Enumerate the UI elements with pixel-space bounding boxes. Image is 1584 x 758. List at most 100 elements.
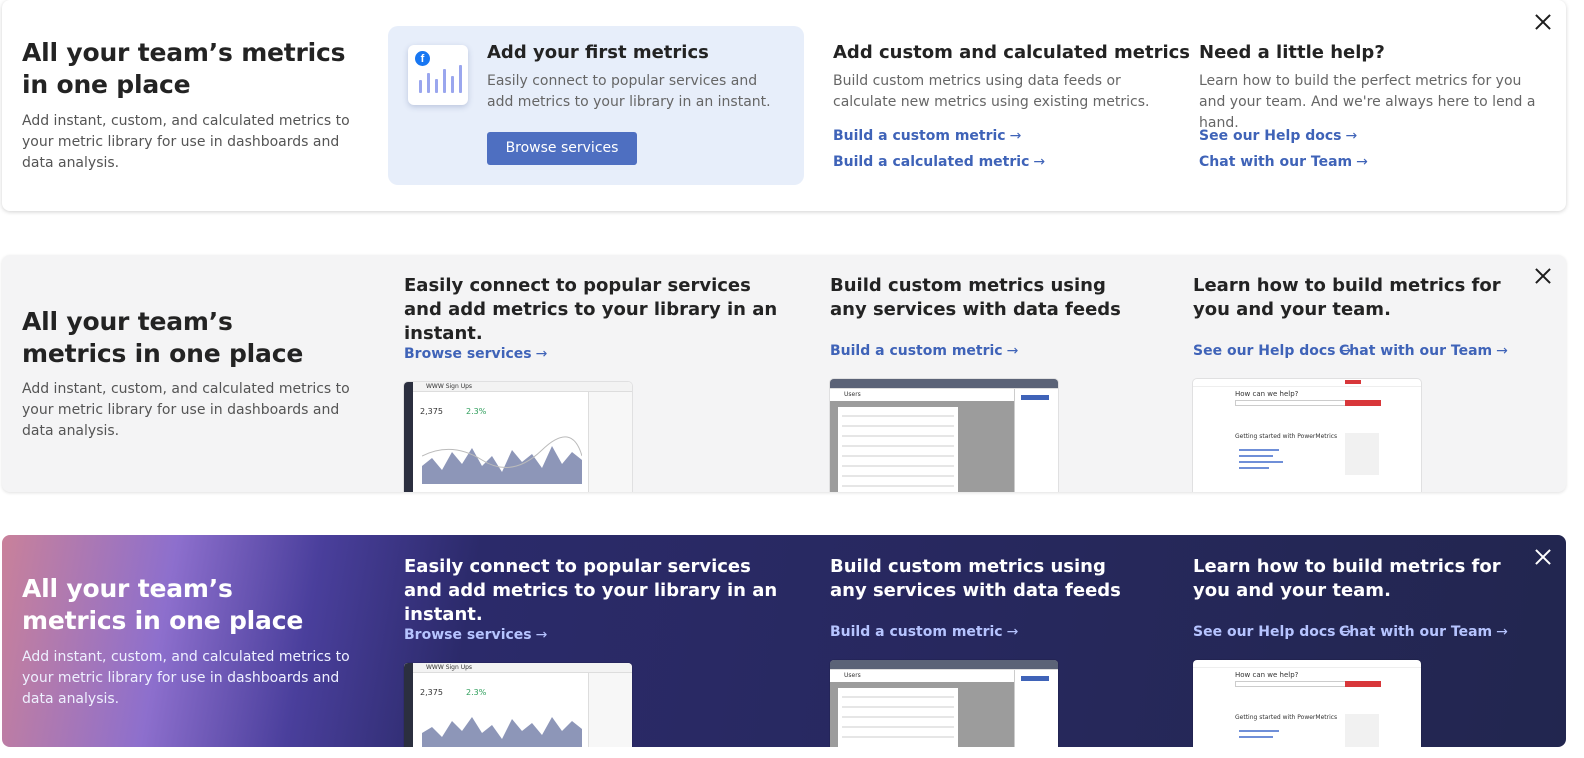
thumb-article-link bbox=[1239, 461, 1283, 463]
mini-chart-bar bbox=[435, 79, 438, 93]
users-table-screenshot: Users bbox=[830, 379, 1058, 492]
thumb-table bbox=[838, 688, 958, 747]
link-label: Chat with our Team bbox=[1339, 624, 1493, 640]
thumb-side-modal bbox=[1014, 670, 1058, 747]
table-row-line bbox=[842, 736, 954, 738]
table-row-line bbox=[842, 445, 954, 447]
thumb-table bbox=[838, 407, 958, 492]
banner-description: Add instant, custom, and calculated metr… bbox=[22, 649, 350, 707]
help-docs-link[interactable]: See our Help docs → bbox=[1199, 126, 1357, 146]
close-icon[interactable] bbox=[1532, 265, 1554, 287]
build-custom-metric-link[interactable]: Build a custom metric → bbox=[833, 126, 1021, 146]
link-label: See our Help docs bbox=[1199, 128, 1342, 144]
thumb-table-title: Users bbox=[844, 391, 861, 398]
dashboard-screenshot: WWW Sign Ups 2,375 2.3% bbox=[404, 663, 632, 747]
build-custom-metric-link[interactable]: Build a custom metric → bbox=[830, 341, 1018, 361]
mini-chart-bar bbox=[427, 73, 430, 93]
link-label: Build a calculated metric bbox=[833, 154, 1030, 170]
thumb-article-link bbox=[1239, 467, 1269, 469]
browse-services-link[interactable]: Browse services → bbox=[404, 625, 547, 645]
arrow-right-icon: → bbox=[1345, 128, 1358, 144]
thumb-article-link bbox=[1239, 730, 1279, 732]
help-docs-link[interactable]: See our Help docs → bbox=[1193, 622, 1351, 642]
arrow-right-icon: → bbox=[535, 346, 548, 362]
custom-column-title: Build custom metrics using any services … bbox=[830, 556, 1121, 601]
welcome-banner-grey: All your team’s metrics in one place Add… bbox=[2, 255, 1566, 492]
thumb-search-button bbox=[1345, 400, 1381, 406]
build-calculated-metric-link[interactable]: Build a calculated metric → bbox=[833, 152, 1045, 172]
thumb-dashboard-title: WWW Sign Ups bbox=[426, 664, 473, 671]
arrow-right-icon: → bbox=[1006, 343, 1019, 359]
thumb-article-link bbox=[1239, 449, 1279, 451]
thumb-right-panel bbox=[588, 673, 632, 747]
close-icon[interactable] bbox=[1532, 546, 1554, 568]
table-row-line bbox=[842, 455, 954, 457]
close-icon[interactable] bbox=[1532, 11, 1554, 33]
help-column-title: Learn how to build metrics for you and y… bbox=[1193, 556, 1501, 601]
thumb-article-link bbox=[1239, 736, 1273, 738]
services-column-title: Easily connect to popular services and a… bbox=[404, 275, 778, 344]
thumb-sidebar bbox=[404, 382, 413, 492]
help-column-title: Learn how to build metrics for you and y… bbox=[1193, 275, 1501, 320]
table-row-line bbox=[842, 475, 954, 477]
link-label: Chat with our Team bbox=[1199, 154, 1353, 170]
help-docs-link[interactable]: See our Help docs → bbox=[1193, 341, 1351, 361]
thumb-table-title: Users bbox=[844, 672, 861, 679]
services-app-tile: f bbox=[408, 45, 468, 105]
table-row-line bbox=[842, 716, 954, 718]
thumb-help-heading: How can we help? bbox=[1235, 390, 1299, 398]
link-label: See our Help docs bbox=[1193, 343, 1336, 359]
facebook-icon: f bbox=[415, 51, 430, 66]
banner-title: All your team’s metrics in one place bbox=[22, 574, 304, 635]
arrow-right-icon: → bbox=[1496, 343, 1508, 359]
help-title: Need a little help? bbox=[1199, 42, 1385, 63]
link-label: Build a custom metric bbox=[833, 128, 1006, 144]
table-row-line bbox=[842, 706, 954, 708]
table-row-line bbox=[842, 485, 954, 487]
help-center-screenshot: How can we help? Getting started with Po… bbox=[1193, 660, 1421, 747]
thumb-kpi-change: 2.3% bbox=[466, 688, 487, 697]
thumb-modal-button bbox=[1021, 676, 1049, 681]
thumb-nav bbox=[1193, 379, 1421, 387]
thumb-dashboard-title: WWW Sign Ups bbox=[426, 383, 473, 390]
build-custom-metric-link[interactable]: Build a custom metric → bbox=[830, 622, 1018, 642]
thumb-article-link bbox=[1239, 455, 1273, 457]
link-label: Browse services bbox=[404, 627, 532, 643]
chat-with-team-link[interactable]: Chat with our Team → bbox=[1339, 341, 1508, 361]
thumb-toolbar bbox=[830, 660, 1058, 670]
welcome-banner-dark: All your team’s metrics in one place Add… bbox=[2, 535, 1566, 747]
arrow-right-icon: → bbox=[1006, 624, 1019, 640]
users-table-screenshot: Users bbox=[830, 660, 1058, 747]
thumb-nav-button bbox=[1345, 380, 1361, 384]
custom-metrics-description: Build custom metrics using data feeds or… bbox=[833, 73, 1150, 110]
arrow-right-icon: → bbox=[1496, 624, 1508, 640]
thumb-side-modal bbox=[1014, 389, 1058, 492]
dashboard-screenshot: WWW Sign Ups 2,375 2.3% bbox=[404, 382, 632, 492]
banner-description: Add instant, custom, and calculated metr… bbox=[22, 113, 350, 171]
mini-chart-bar bbox=[459, 65, 462, 93]
chat-with-team-link[interactable]: Chat with our Team → bbox=[1199, 152, 1368, 172]
services-column-title: Easily connect to popular services and a… bbox=[404, 556, 778, 625]
browse-services-button[interactable]: Browse services bbox=[487, 132, 637, 165]
mini-chart-bar bbox=[419, 80, 422, 93]
table-row-line bbox=[842, 415, 954, 417]
browse-services-link[interactable]: Browse services → bbox=[404, 344, 547, 364]
banner-title: All your team’s metrics in one place bbox=[22, 38, 346, 99]
link-label: Browse services bbox=[404, 346, 532, 362]
banner-title: All your team’s metrics in one place bbox=[22, 307, 304, 368]
table-row-line bbox=[842, 435, 954, 437]
link-label: Build a custom metric bbox=[830, 343, 1003, 359]
welcome-banner-light: All your team’s metrics in one place Add… bbox=[2, 0, 1566, 211]
custom-column-title: Build custom metrics using any services … bbox=[830, 275, 1121, 320]
thumb-article-title: Getting started with PowerMetrics bbox=[1235, 433, 1338, 440]
arrow-right-icon: → bbox=[1009, 128, 1022, 144]
thumb-modal-button bbox=[1021, 395, 1049, 400]
chat-with-team-link[interactable]: Chat with our Team → bbox=[1339, 622, 1508, 642]
table-row-line bbox=[842, 726, 954, 728]
thumb-toolbar bbox=[830, 379, 1058, 389]
arrow-right-icon: → bbox=[1033, 154, 1046, 170]
thumb-help-heading: How can we help? bbox=[1235, 671, 1299, 679]
mini-chart-bar bbox=[443, 69, 446, 93]
help-description: Learn how to build the perfect metrics f… bbox=[1199, 73, 1536, 131]
table-row-line bbox=[842, 696, 954, 698]
